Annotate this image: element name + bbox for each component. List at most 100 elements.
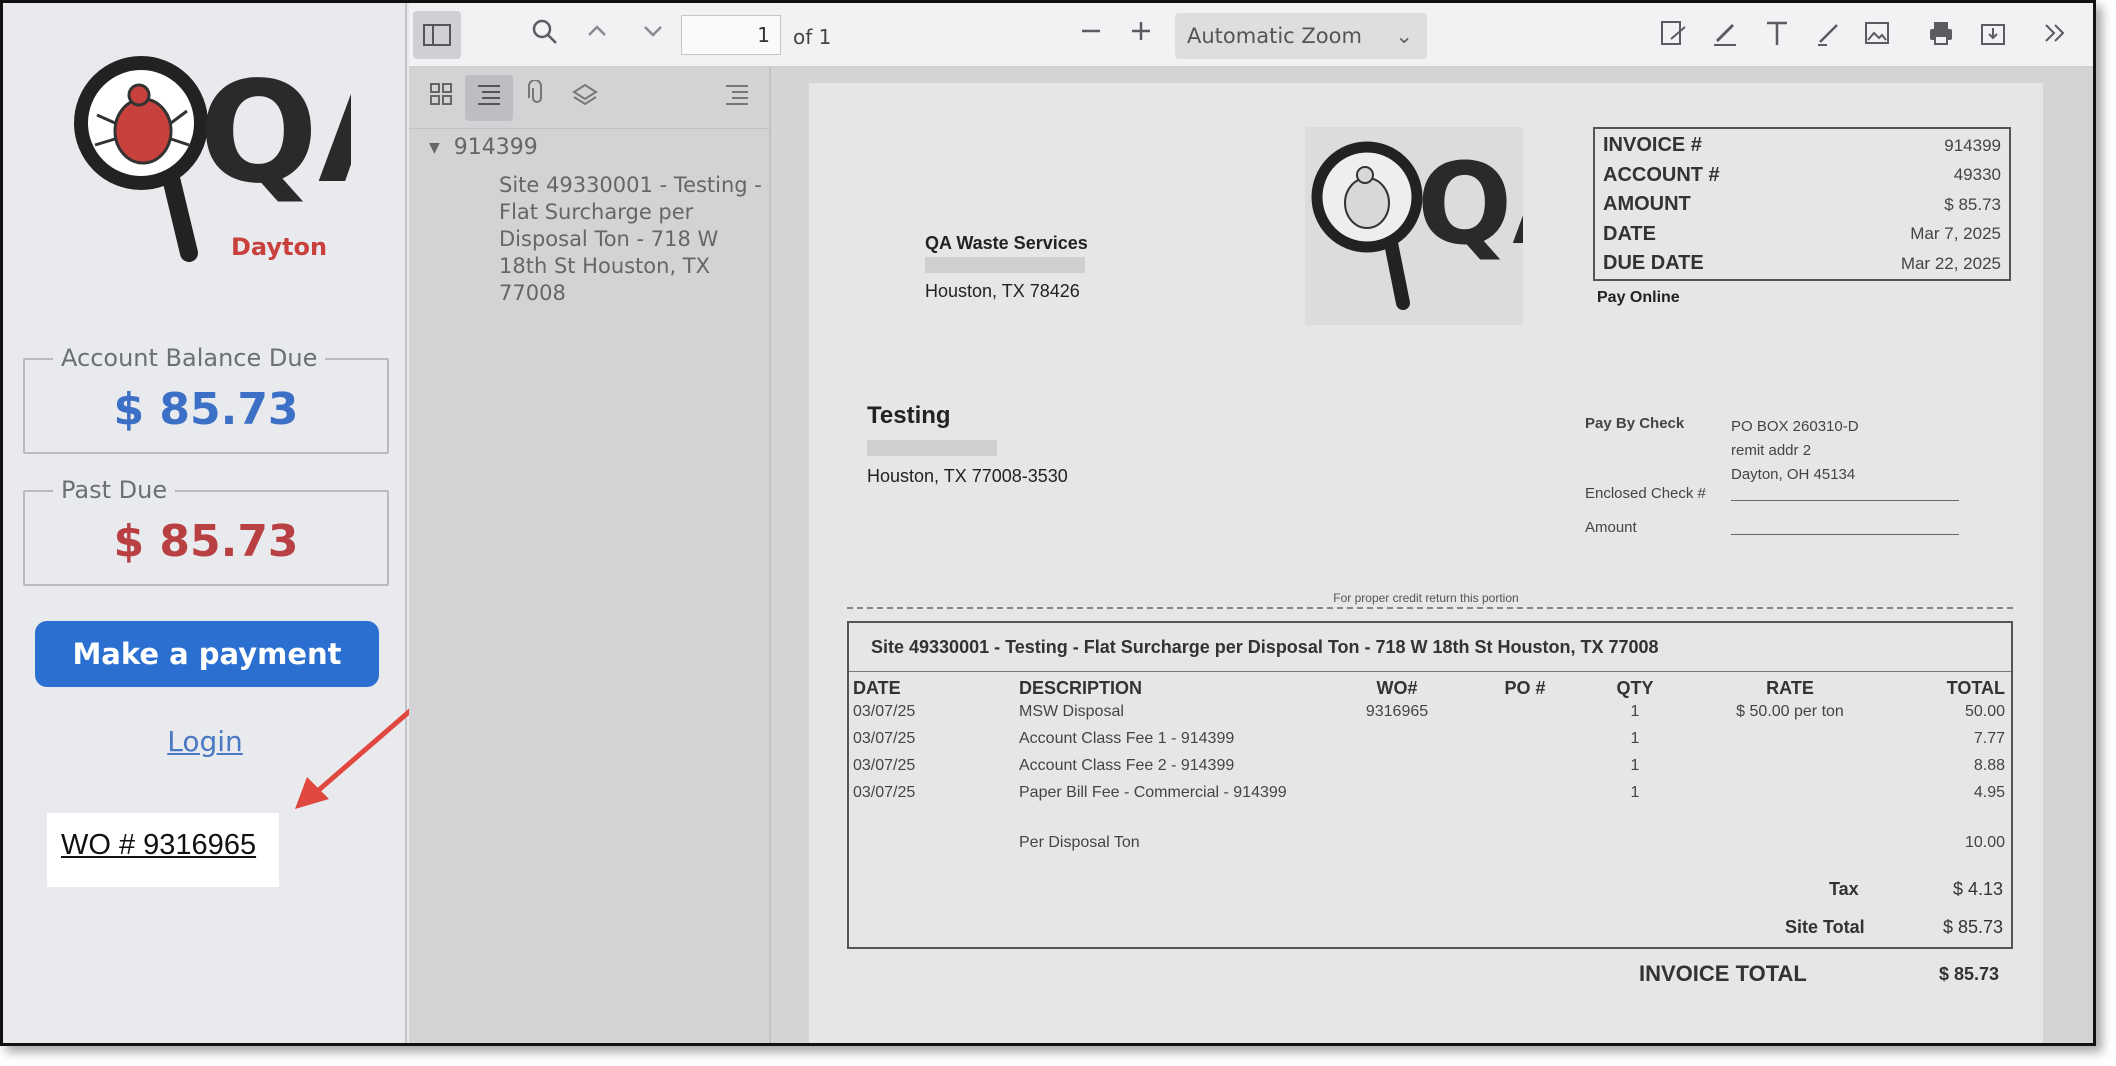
outline-item-root[interactable]: ▼ 914399 xyxy=(429,135,765,160)
cell-po xyxy=(1475,834,1575,861)
enclosed-check-line xyxy=(1731,485,1959,501)
cell-qty xyxy=(1575,834,1695,861)
cell-wo: 9316965 xyxy=(1365,703,1429,720)
expand-triangle-icon[interactable]: ▼ xyxy=(429,140,440,156)
cell-total: 8.88 xyxy=(1973,757,2005,774)
summary-key: INVOICE # xyxy=(1603,134,1702,157)
site-total-row: Site Total $ 85.73 xyxy=(1703,917,2003,938)
make-payment-button[interactable]: Make a payment xyxy=(35,621,379,687)
past-due-value: $ 85.73 xyxy=(113,516,299,567)
invoice-qa-logo: QA xyxy=(1305,127,1523,325)
column-header: PO # xyxy=(1504,677,1546,698)
sidebar-toggle-icon[interactable] xyxy=(413,11,461,59)
zoom-select[interactable]: Automatic Zoom ⌄ xyxy=(1175,13,1427,59)
summary-value: $ 85.73 xyxy=(1944,194,2001,214)
invoice-page: QA QA Waste Services Houston, TX 78426 I… xyxy=(809,83,2043,1043)
column-header: WO# xyxy=(1376,677,1418,698)
table-header-row: DATE DESCRIPTION WO# PO # QTY RATE TOTAL xyxy=(853,677,2009,703)
summary-key: DATE xyxy=(1603,222,1656,245)
summary-value: 914399 xyxy=(1944,135,2001,155)
cell-wo xyxy=(1319,757,1475,784)
cell-date: 03/07/25 xyxy=(853,757,916,774)
redacted-street xyxy=(867,440,997,456)
current-outline-item-icon[interactable] xyxy=(713,75,761,121)
cell-qty: 1 xyxy=(1630,703,1640,720)
cell-description: Paper Bill Fee - Commercial - 914399 xyxy=(1019,784,1287,801)
summary-key: AMOUNT xyxy=(1603,193,1691,216)
signature-icon[interactable] xyxy=(1657,19,1689,51)
more-tools-icon[interactable] xyxy=(2039,19,2071,51)
cell-rate: $ 50.00 per ton xyxy=(1736,703,1844,720)
amount-line xyxy=(1731,519,1959,535)
highlight-icon[interactable] xyxy=(1709,19,1741,51)
zoom-in-icon[interactable] xyxy=(1125,19,1157,51)
account-balance-label: Account Balance Due xyxy=(53,344,326,372)
table-row: 03/07/25 Account Class Fee 1 - 914399 1 … xyxy=(853,730,2009,757)
attachments-icon[interactable] xyxy=(513,75,561,121)
summary-key: DUE DATE xyxy=(1603,252,1704,275)
sidebar-tabs xyxy=(409,67,769,129)
site-total-value: $ 85.73 xyxy=(1942,917,2003,937)
invoice-total-label: INVOICE TOTAL xyxy=(1639,961,1807,986)
cell-total: 7.77 xyxy=(1973,730,2005,747)
tax-value: $ 4.13 xyxy=(1952,879,2003,899)
past-due-box: Past Due $ 85.73 xyxy=(23,476,389,586)
summary-row: DATE Mar 7, 2025 xyxy=(1603,220,2001,250)
login-link[interactable]: Login xyxy=(3,725,407,758)
document-outline: ▼ 914399 Site 49330001 - Testing - Flat S… xyxy=(429,135,765,307)
recipient-address: Testing Houston, TX 77008-3530 xyxy=(867,403,1068,489)
outline-icon[interactable] xyxy=(465,75,513,121)
summary-row: INVOICE # 914399 xyxy=(1603,131,2001,161)
download-icon[interactable] xyxy=(1977,19,2009,51)
summary-row: AMOUNT $ 85.73 xyxy=(1603,190,2001,220)
draw-icon[interactable] xyxy=(1813,19,1845,51)
remit-line: PO BOX 260310-D xyxy=(1731,418,1859,435)
past-due-label: Past Due xyxy=(53,476,176,504)
summary-value: 49330 xyxy=(1953,165,2001,185)
thumbnails-icon[interactable] xyxy=(417,75,465,121)
cell-wo xyxy=(1319,784,1475,834)
cell-qty: 1 xyxy=(1630,757,1640,774)
cell-wo xyxy=(1319,834,1475,861)
previous-page-icon[interactable] xyxy=(581,19,613,51)
sender-city: Houston, TX 78426 xyxy=(925,281,1080,301)
site-total-label: Site Total xyxy=(1785,917,1865,937)
cell-date: 03/07/25 xyxy=(853,784,916,801)
cell-rate xyxy=(1695,784,1885,834)
cell-po xyxy=(1475,757,1575,784)
remit-line: remit addr 2 xyxy=(1731,442,1812,459)
cell-description: Account Class Fee 2 - 914399 xyxy=(1019,757,1235,774)
tear-off-divider xyxy=(847,607,2013,609)
cell-wo xyxy=(1319,730,1475,757)
outline-root-label: 914399 xyxy=(453,135,538,160)
invoice-summary-box: INVOICE # 914399 ACCOUNT # 49330 AMOUNT $ 8… xyxy=(1593,127,2011,281)
table-row: 03/07/25 Account Class Fee 2 - 914399 1 … xyxy=(853,757,2009,784)
summary-key: ACCOUNT # xyxy=(1603,163,1720,186)
summary-value: Mar 22, 2025 xyxy=(1900,253,2001,273)
zoom-out-icon[interactable] xyxy=(1075,19,1107,51)
cell-date: 03/07/25 xyxy=(853,703,916,720)
search-icon[interactable] xyxy=(529,19,561,51)
sender-name: QA Waste Services xyxy=(925,233,1088,253)
cell-qty: 1 xyxy=(1630,784,1640,801)
account-portal-panel: QA Dayton Account Balance Due $ 85.73 Pa… xyxy=(3,3,466,1043)
next-page-icon[interactable] xyxy=(637,19,669,51)
cell-po xyxy=(1475,703,1575,730)
add-image-icon[interactable] xyxy=(1861,19,1893,51)
column-header: QTY xyxy=(1616,677,1654,698)
chevron-down-icon: ⌄ xyxy=(1395,24,1413,48)
text-tool-icon[interactable] xyxy=(1761,19,1793,51)
site-divider xyxy=(849,671,2011,672)
cell-description: Per Disposal Ton xyxy=(1019,834,1140,851)
layers-icon[interactable] xyxy=(561,75,609,121)
table-row: 03/07/25 MSW Disposal 9316965 1 $ 50.00 … xyxy=(853,703,2009,730)
print-icon[interactable] xyxy=(1925,19,1957,51)
account-balance-value: $ 85.73 xyxy=(113,384,299,435)
outline-item-child[interactable]: Site 49330001 - Testing - Flat Surcharge… xyxy=(499,172,765,307)
wo-callout-text: WO # 9316965 xyxy=(61,829,257,861)
pay-online-link[interactable]: Pay Online xyxy=(1597,289,1680,307)
table-row: Per Disposal Ton 10.00 xyxy=(853,834,2009,861)
summary-row: DUE DATE Mar 22, 2025 xyxy=(1603,249,2001,279)
sender-address: QA Waste Services Houston, TX 78426 xyxy=(925,231,1088,303)
page-number-input[interactable]: 1 xyxy=(681,15,781,55)
